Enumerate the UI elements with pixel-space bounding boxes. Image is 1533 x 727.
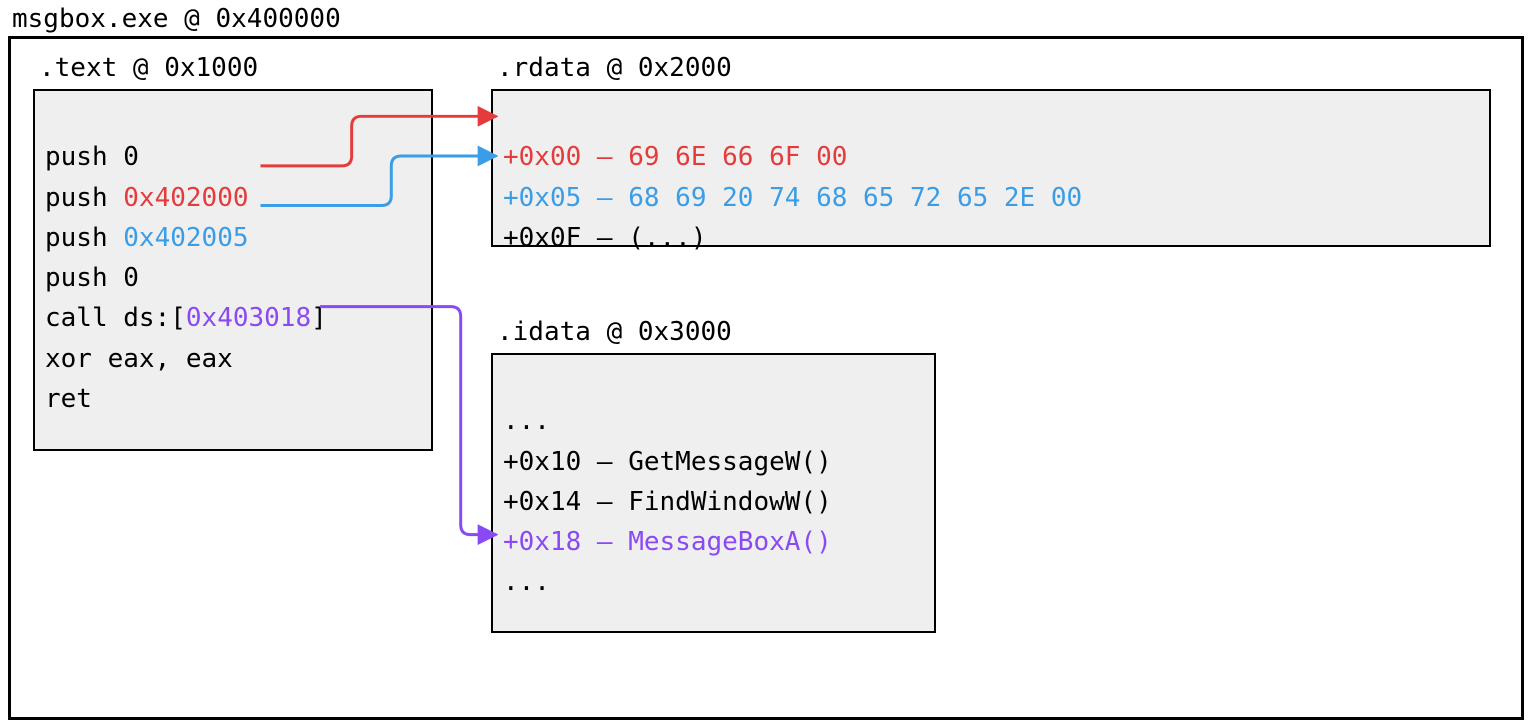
data-line: +0x00 – 69 6E 66 6F 00 [503, 142, 847, 172]
idata-section-label: .idata @ 0x3000 [497, 317, 1011, 347]
module-frame: .text @ 0x1000 push 0 push 0x402000 push… [8, 36, 1524, 720]
rdata-section-label: .rdata @ 0x2000 [497, 53, 1491, 83]
rdata-codebox: +0x00 – 69 6E 66 6F 00 +0x05 – 68 69 20 … [491, 89, 1491, 247]
data-line: +0x10 – GetMessageW() [503, 447, 832, 477]
asm-line: push 0 [45, 142, 139, 172]
asm-line: call ds:[0x403018] [45, 303, 327, 333]
data-line: ... [503, 406, 550, 436]
file-title: msgbox.exe @ 0x400000 [12, 4, 1525, 34]
data-line: +0x0F – (...) [503, 223, 707, 253]
text-section-label: .text @ 0x1000 [39, 53, 453, 83]
data-line: +0x18 – MessageBoxA() [503, 527, 832, 557]
addr-purple: 0x403018 [186, 303, 311, 333]
asm-line: xor eax, eax [45, 344, 233, 374]
addr-blue: 0x402005 [123, 223, 248, 253]
addr-red: 0x402000 [123, 183, 248, 213]
data-line: +0x14 – FindWindowW() [503, 487, 832, 517]
text-codebox: push 0 push 0x402000 push 0x402005 push … [33, 89, 433, 451]
asm-line: push 0x402005 [45, 223, 249, 253]
rdata-section: .rdata @ 0x2000 +0x00 – 69 6E 66 6F 00 +… [491, 53, 1491, 247]
asm-line: push 0x402000 [45, 183, 249, 213]
idata-codebox: ... +0x10 – GetMessageW() +0x14 – FindWi… [491, 353, 936, 633]
data-line: +0x05 – 68 69 20 74 68 65 72 65 2E 00 [503, 183, 1082, 213]
text-section: .text @ 0x1000 push 0 push 0x402000 push… [33, 53, 453, 451]
idata-section: .idata @ 0x3000 ... +0x10 – GetMessageW(… [491, 317, 1011, 633]
asm-line: ret [45, 384, 92, 414]
data-line: ... [503, 567, 550, 597]
asm-line: push 0 [45, 263, 139, 293]
